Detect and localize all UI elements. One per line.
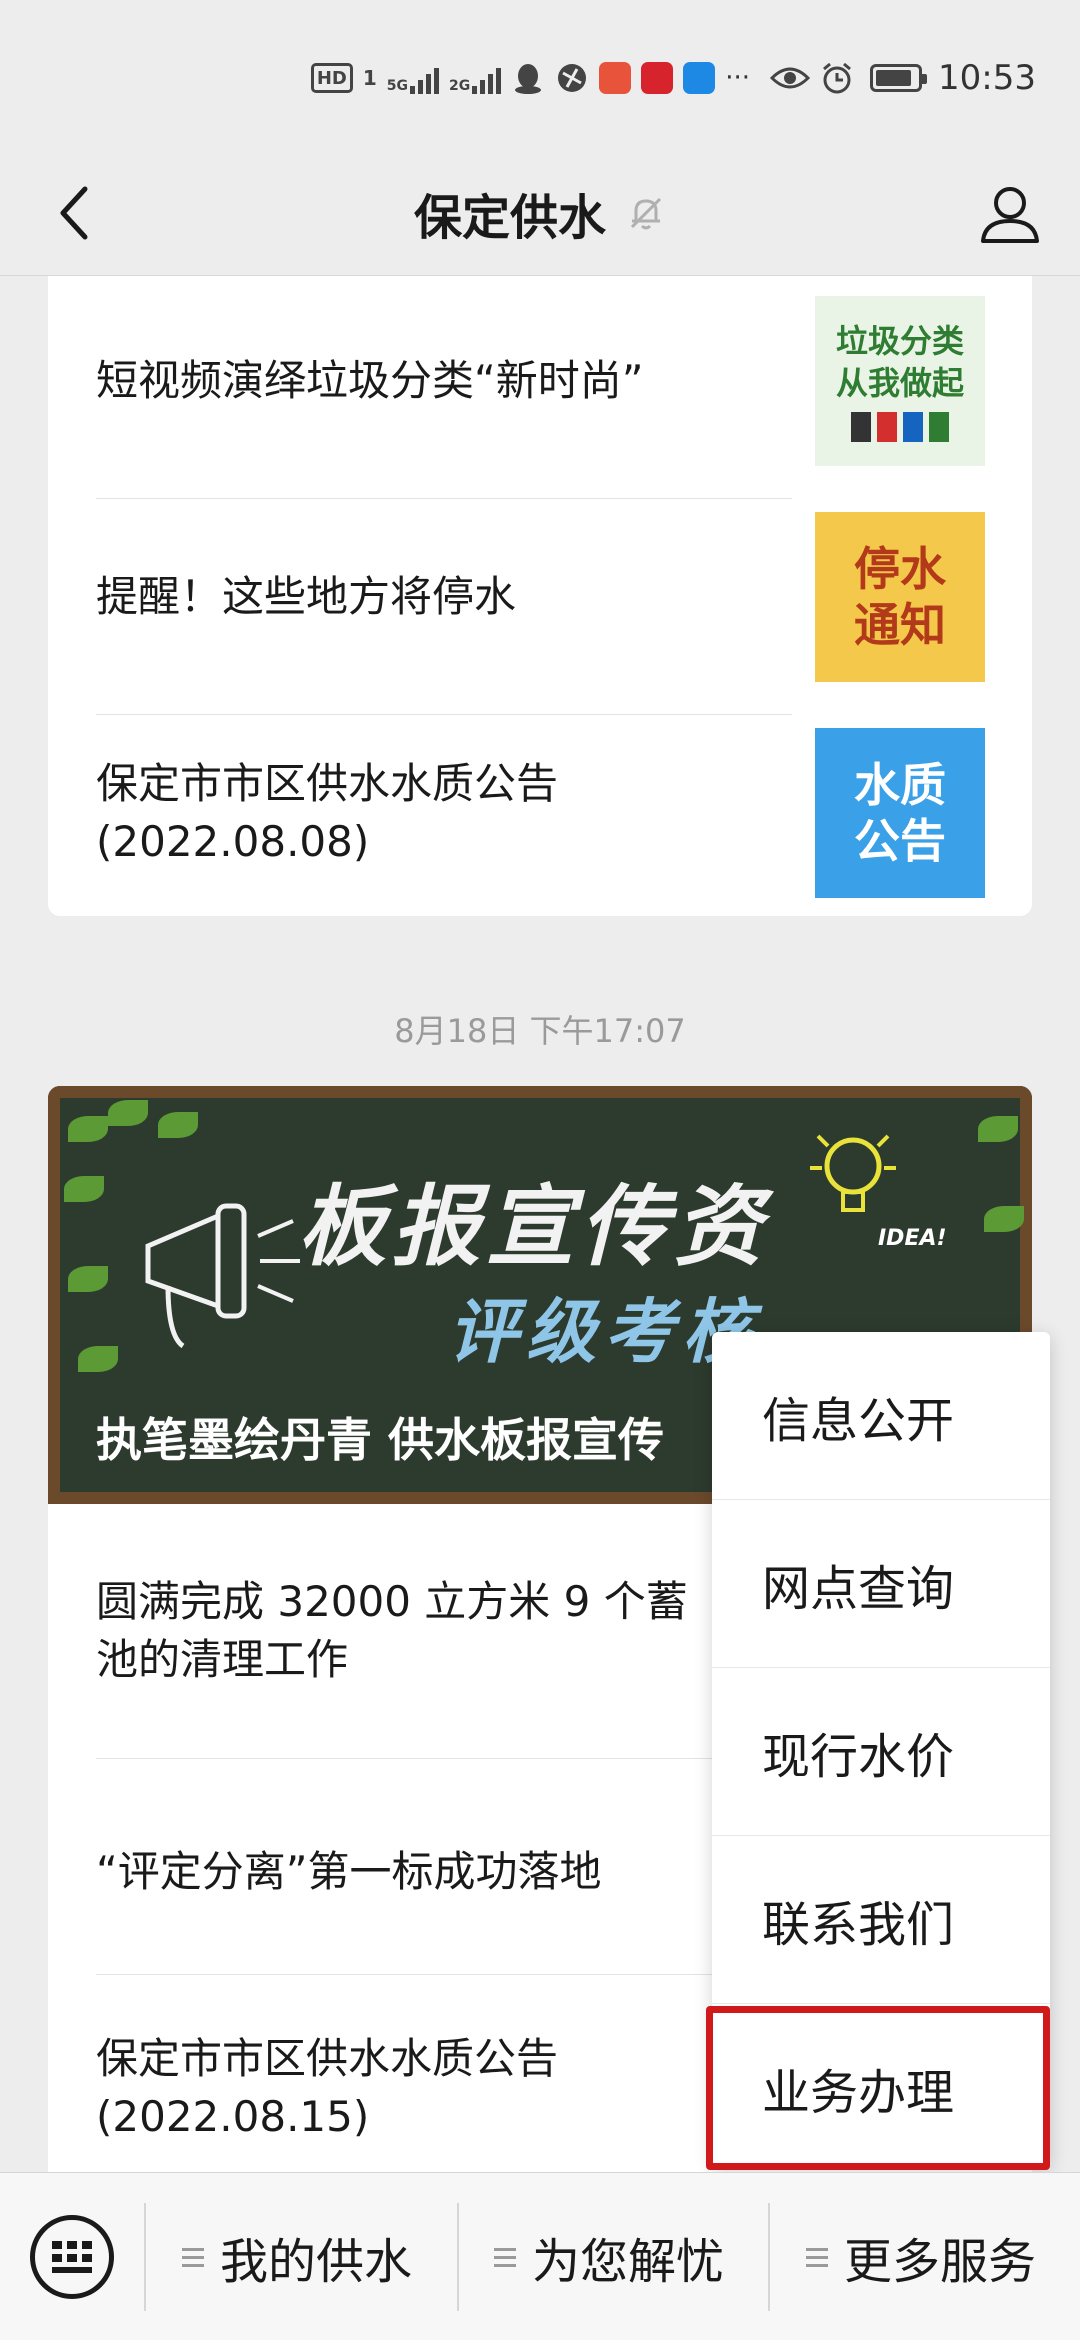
keyboard-toggle-button[interactable] xyxy=(30,2215,114,2299)
signal-icon: 5G xyxy=(387,62,439,94)
article-subtitle: (2022.08.15) xyxy=(96,2092,370,2141)
app-icon xyxy=(683,62,716,94)
menu-lines-icon xyxy=(806,2247,828,2267)
profile-button[interactable] xyxy=(970,174,1050,254)
bottom-menu-bar: 我的供水 为您解忧 更多服务 xyxy=(0,2172,1080,2340)
qq-icon xyxy=(515,64,542,94)
megaphone-icon xyxy=(145,1203,300,1349)
banner-art-title: 板报宣传资 xyxy=(298,1175,769,1278)
article-thumbnail: 垃圾分类 从我做起 xyxy=(815,296,985,466)
tab-my-water[interactable]: 我的供水 xyxy=(182,2173,412,2340)
article-thumbnail: 水质 公告 xyxy=(815,728,985,898)
nav-bar: 保定供水 xyxy=(0,150,1080,276)
battery-icon xyxy=(870,64,928,92)
article-thumbnail: 停水 通知 xyxy=(815,512,985,682)
banner-idea-text: IDEA! xyxy=(878,1226,947,1251)
message-timestamp: 8月18日 下午17:07 xyxy=(394,1012,686,1050)
app-icon xyxy=(599,62,632,94)
banner-caption: 执笔墨绘丹青 供水板报宣传 xyxy=(96,1413,665,1467)
menu-item-water-price[interactable]: 现行水价 xyxy=(712,1668,1050,1836)
menu-item-outlet-query[interactable]: 网点查询 xyxy=(712,1500,1050,1668)
tab-help[interactable]: 为您解忧 xyxy=(494,2173,724,2340)
user-icon xyxy=(981,187,1039,243)
tab-label: 更多服务 xyxy=(844,2234,1037,2290)
browser-icon xyxy=(558,64,587,92)
menu-lines-icon xyxy=(494,2247,516,2267)
article-subtitle: (2022.08.08) xyxy=(96,817,370,866)
tab-label: 我的供水 xyxy=(220,2234,413,2290)
article-title: 圆满完成 32000 立方米 9 个蓄 xyxy=(96,1577,688,1626)
keyboard-icon xyxy=(52,2241,92,2273)
lightbulb-icon xyxy=(810,1134,896,1212)
article-title: 提醒！这些地方将停水 xyxy=(96,572,517,621)
article-subtitle: 池的清理工作 xyxy=(96,1635,349,1684)
status-icons: HD 1 5G 2G ··· 10:53 xyxy=(310,58,1036,98)
eye-icon xyxy=(770,67,811,89)
status-bar: HD 1 5G 2G ··· 10:53 xyxy=(0,0,1080,150)
article-card: 短视频演绎垃圾分类“新时尚” 垃圾分类 从我做起 提醒！这些地方将停水 停水 通… xyxy=(48,276,1032,916)
menu-lines-icon xyxy=(182,2247,204,2267)
alarm-icon xyxy=(823,62,851,94)
article-title: 保定市市区供水水质公告 xyxy=(96,2034,559,2083)
signal-icon: 2G xyxy=(449,62,502,94)
more-icon: ··· xyxy=(725,63,751,93)
article-title: “评定分离”第一标成功落地 xyxy=(96,1847,602,1896)
mute-bell-icon xyxy=(630,197,662,230)
highlight-box xyxy=(706,2006,1050,2170)
tab-more-services[interactable]: 更多服务 xyxy=(806,2173,1036,2340)
sim-label: 1 xyxy=(362,66,377,90)
tab-label: 为您解忧 xyxy=(532,2234,725,2290)
article-title: 保定市市区供水水质公告 xyxy=(96,759,559,808)
page-title: 保定供水 xyxy=(413,190,606,246)
menu-item-contact-us[interactable]: 联系我们 xyxy=(712,1836,1050,2004)
clock: 10:53 xyxy=(938,58,1036,98)
article-title: 短视频演绎垃圾分类“新时尚” xyxy=(96,356,644,405)
hd-icon: HD xyxy=(310,63,353,93)
app-icon xyxy=(641,62,674,94)
menu-item-info-disclosure[interactable]: 信息公开 xyxy=(712,1332,1050,1500)
